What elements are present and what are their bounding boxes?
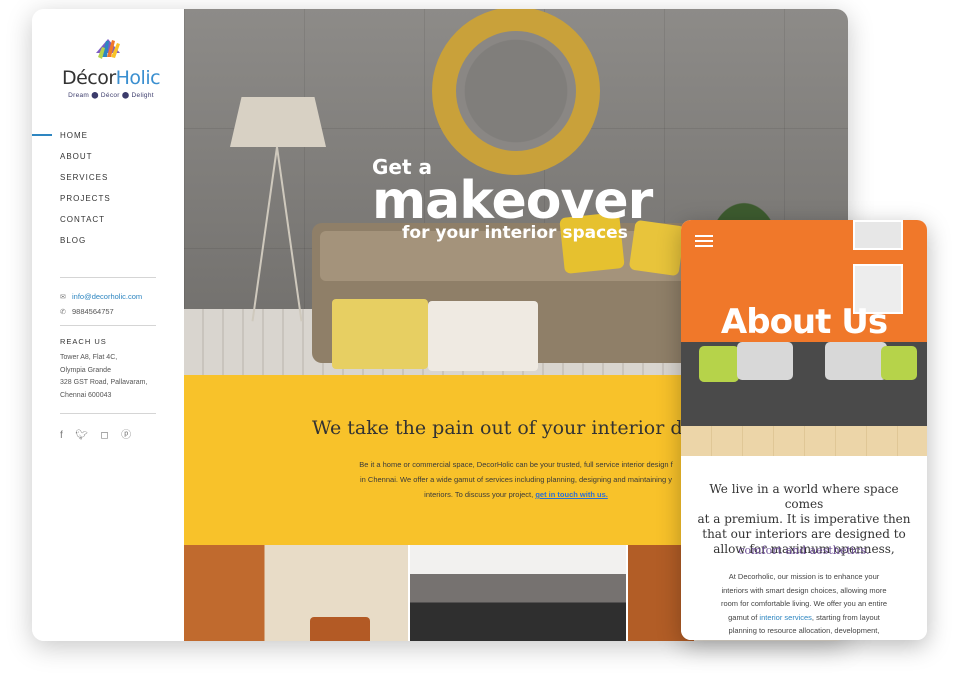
phone-icon: ✆ [60,309,66,316]
nav-item-projects[interactable]: PROJECTS [32,192,184,213]
instagram-icon[interactable]: ◻ [100,430,108,441]
divider [60,325,156,326]
reach-heading: REACH US [60,337,107,346]
mobile-site-preview: About Us We live in a world where space … [681,220,927,640]
get-in-touch-link[interactable]: get in touch with us. [535,490,608,499]
logo[interactable]: DécorHolic Dream ⬤ Décor ⬤ Delight [56,31,166,101]
gallery-image-bedroom[interactable] [184,545,408,641]
main-nav: HOME ABOUT SERVICES PROJECTS CONTACT BLO… [32,129,184,255]
address-line: 328 GST Road, Pallavaram, [60,379,148,386]
mobile-sofa-image [681,342,927,426]
mobile-page-title: About Us [720,302,888,342]
nav-item-blog[interactable]: BLOG [32,234,184,255]
address-line: Tower A8, Flat 4C, [60,354,118,361]
divider [60,277,156,278]
wall-frame-image [853,220,903,250]
email-row[interactable]: ✉ info@decorholic.com [60,289,180,304]
nav-item-contact[interactable]: CONTACT [32,213,184,234]
mirror-image [432,9,600,175]
brand-name: DécorHolic [61,67,161,89]
nav-item-home[interactable]: HOME [32,129,184,150]
mobile-hero: About Us [681,220,927,456]
phone-row: ✆ 9884564757 [60,304,180,319]
twitter-icon[interactable]: 🐦︎ [75,430,88,441]
nav-item-about[interactable]: ABOUT [32,150,184,171]
mobile-paragraph: At Decorholic, our mission is to enhance… [720,572,888,635]
pinterest-icon[interactable]: ⓟ [121,426,131,441]
hamburger-menu-icon[interactable] [695,235,713,247]
facebook-icon[interactable]: f [60,430,63,441]
gallery-image-kitchen[interactable] [410,545,626,641]
address-line: Chennai 600043 [60,391,112,399]
floor-lamp-image [230,97,326,147]
address-block: REACH US Tower A8, Flat 4C, Olympia Gran… [60,337,170,402]
sidebar: DécorHolic Dream ⬤ Décor ⬤ Delight HOME … [32,9,184,641]
address-line: Olympia Grande [60,366,111,374]
contact-info: ✉ info@decorholic.com ✆ 9884564757 [60,289,180,319]
mail-icon: ✉ [60,294,66,301]
mobile-content: We live in a world where space comes at … [681,456,927,640]
divider [60,413,156,414]
email-link[interactable]: info@decorholic.com [72,292,142,301]
hero-headline: Get a makeover for your interior spaces [372,155,653,243]
intro-paragraph: Be it a home or commercial space, DecorH… [359,460,673,499]
social-links: f 🐦︎ ◻ ⓟ [60,425,160,441]
nav-item-services[interactable]: SERVICES [32,171,184,192]
phone-number: 9884564757 [72,307,114,316]
mobile-subheading: comfort and aesthetics. [738,544,870,557]
interior-services-link[interactable]: interior services [759,613,812,622]
brand-tagline: Dream ⬤ Décor ⬤ Delight [68,92,154,99]
hand-house-logo-icon [96,39,120,59]
